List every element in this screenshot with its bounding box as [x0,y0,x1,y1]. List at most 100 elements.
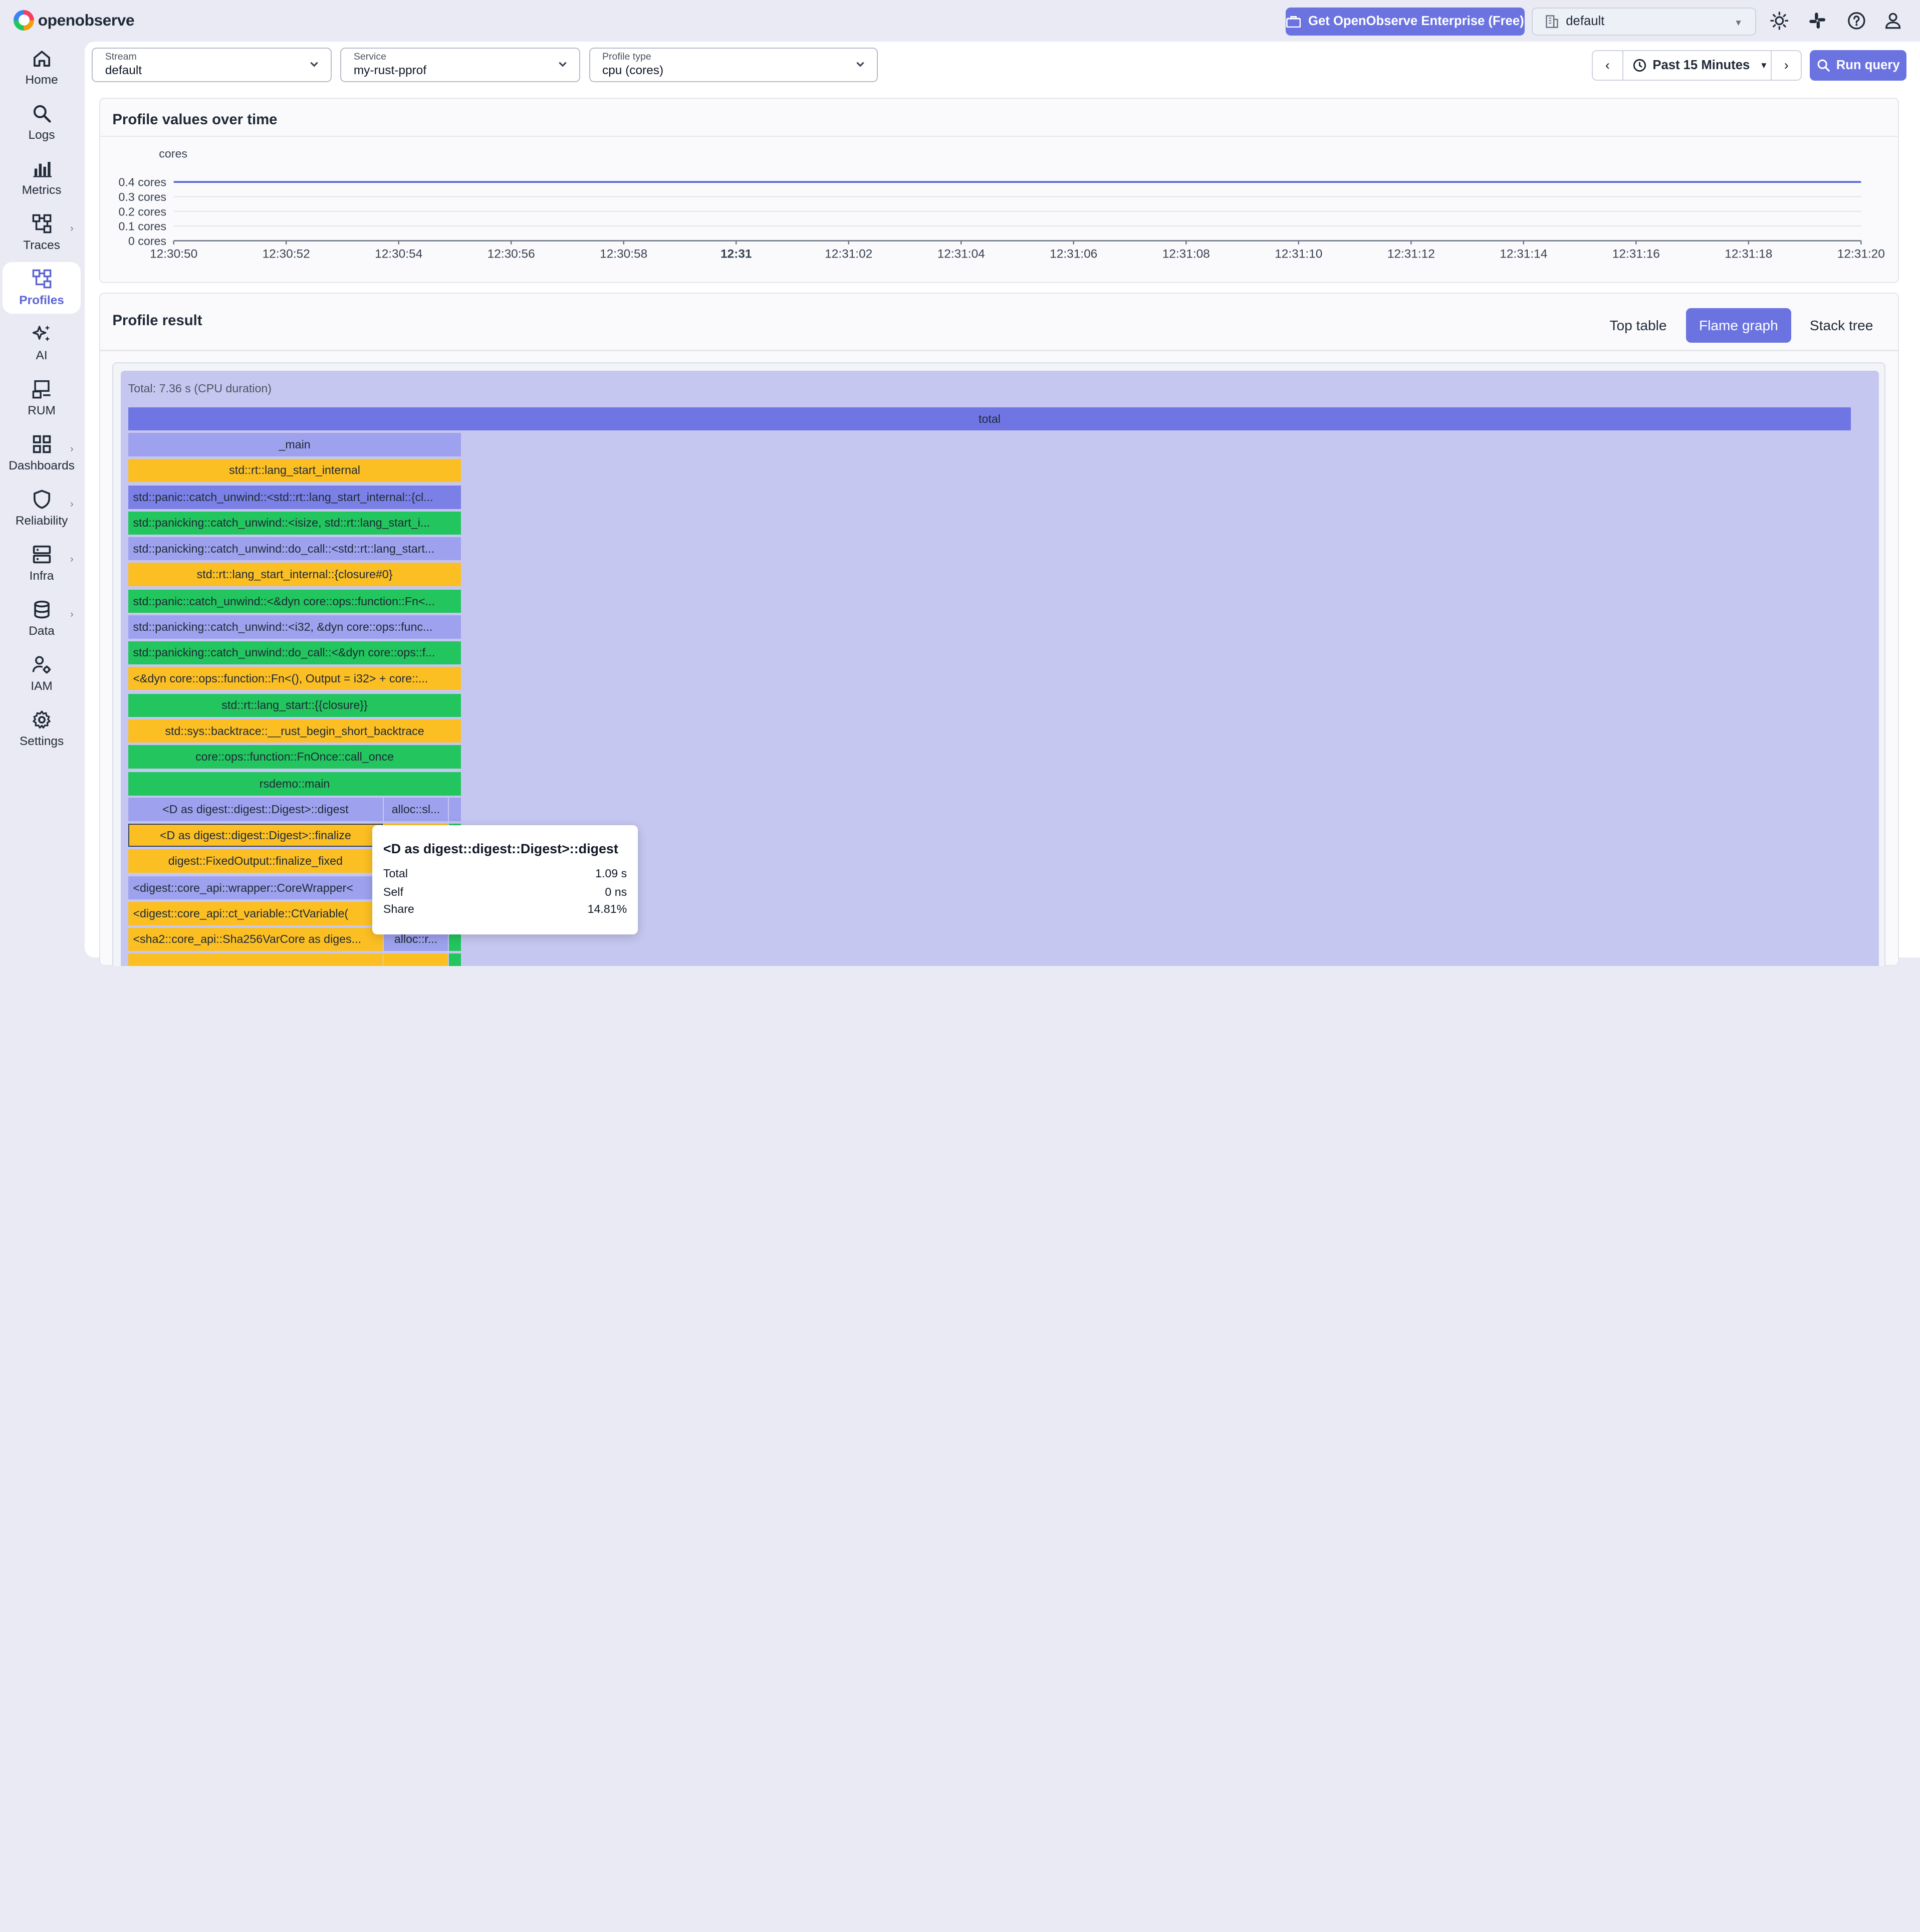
chevron-down-icon [855,59,866,73]
sidebar-item-label: AI [36,348,48,362]
get-enterprise-button[interactable]: Get OpenObserve Enterprise (Free) [1286,7,1525,36]
sidebar-item-infra[interactable]: Infra › [3,538,81,589]
flame-frame[interactable]: std::panicking::catch_unwind::do_call::<… [128,537,461,561]
flame-frame[interactable]: _main [128,433,461,456]
sidebar-item-data[interactable]: Data › [3,593,81,644]
x-tick-label: 12:31:14 [1500,248,1547,261]
chevron-right-icon: › [70,553,74,565]
sidebar-item-label: IAM [31,679,53,693]
flame-frame[interactable]: std::panicking::catch_unwind::do_call::<… [128,641,461,665]
flame-frame[interactable]: <&dyn core::ops::function::Fn<(), Output… [128,666,461,690]
run-query-button[interactable]: Run query [1810,50,1907,81]
tab-top-table[interactable]: Top table [1594,308,1682,342]
tooltip-row-self: Self 0 ns [383,885,627,899]
x-tick-label: 12:30:58 [600,248,647,261]
sidebar-item-label: Profiles [19,293,64,307]
flame-frame[interactable] [448,798,461,821]
app-root: openobserve Get OpenObserve Enterprise (… [0,0,1920,967]
time-range-select[interactable]: Past 15 Minutes ▼ [1622,51,1772,80]
tab-flame-graph[interactable]: Flame graph [1686,308,1791,343]
profile-type-select-label: Profile type [602,51,651,63]
clock-icon [1633,59,1646,72]
sidebar-item-label: Reliability [15,514,68,528]
flame-frame[interactable]: <D as digest::digest::Digest>::digest [128,798,383,821]
time-prev-button[interactable]: ‹ [1593,51,1622,80]
chevron-right-icon: › [1784,58,1789,73]
sidebar-item-iam[interactable]: IAM [3,648,81,699]
app-logo[interactable]: openobserve [13,10,135,31]
sidebar-item-rum[interactable]: RUM [3,372,81,424]
help-icon[interactable] [1846,11,1866,31]
flame-tooltip: <D as digest::digest::Digest>::digest To… [372,825,638,934]
time-range-picker: ‹ Past 15 Minutes ▼ › [1592,50,1802,81]
tooltip-row-value: 0 ns [605,885,627,898]
sidebar-item-label: Metrics [22,183,62,197]
flame-frame[interactable]: alloc::sl... [384,798,448,821]
flame-frame[interactable]: digest::FixedOutput::finalize_fixed [128,849,383,873]
flame-frame[interactable]: std::rt::lang_start::{{closure}} [128,693,461,717]
profile-type-select-value: cpu (cores) [602,63,664,77]
service-select[interactable]: Service my-rust-pprof [340,48,581,82]
user-profile-icon[interactable] [1883,11,1903,31]
sidebar-item-label: Dashboards [9,458,75,472]
sidebar-item-dashboards[interactable]: Dashboards › [3,427,81,479]
flame-frame[interactable] [128,953,383,967]
profile-type-select[interactable]: Profile type cpu (cores) [589,48,878,82]
flame-frame-hovered[interactable]: <D as digest::digest::Digest>::finalize [128,823,383,847]
sidebar-item-label: Home [25,73,58,87]
sidebar-item-logs[interactable]: Logs [3,97,81,148]
flame-frame[interactable]: rsdemo::main [128,772,461,796]
flame-frame[interactable]: <digest::core_api::wrapper::CoreWrapper< [128,876,383,900]
flame-frame[interactable] [448,953,461,967]
sidebar-item-home[interactable]: Home [3,42,81,93]
timeseries-card: Profile values over time cores 0.4 cores 0… [99,98,1899,283]
x-tick-label: 12:30:50 [150,248,197,261]
flame-frame[interactable] [384,953,448,967]
time-next-button[interactable]: › [1772,51,1801,80]
flame-frame[interactable]: core::ops::function::FnOnce::call_once [128,745,461,769]
flame-frame[interactable]: std::panicking::catch_unwind::<i32, &dyn… [128,615,461,639]
sidebar-item-label: RUM [28,403,56,417]
flame-frame[interactable]: std::rt::lang_start_internal::{closure#0… [128,563,461,586]
flame-frame[interactable]: std::panicking::catch_unwind::<isize, st… [128,511,461,535]
theme-toggle-sun-icon[interactable] [1769,11,1789,31]
flame-frame[interactable]: std::rt::lang_start_internal [128,458,461,482]
flame-frame[interactable]: std::panic::catch_unwind::<std::rt::lang… [128,486,461,509]
chevron-down-icon [309,59,320,73]
profile-result-card: Profile result Top table Flame graph Sta… [99,293,1899,967]
chevron-right-icon: › [70,498,74,510]
sidebar-item-reliability[interactable]: Reliability › [3,482,81,534]
flame-total-label: Total: 7.36 s (CPU duration) [128,381,272,395]
flame-frame[interactable]: total [128,407,1851,431]
y-tick-label: 0.2 cores [118,205,166,218]
service-select-label: Service [353,51,387,63]
sidebar-item-label: Logs [28,128,55,142]
sidebar-item-traces[interactable]: Traces › [3,207,81,259]
y-axis-unit-label: cores [159,147,187,160]
search-icon [31,103,53,125]
get-enterprise-label: Get OpenObserve Enterprise (Free) [1308,14,1524,29]
building-icon [1545,15,1558,29]
sidebar-item-metrics[interactable]: Metrics [3,152,81,203]
flame-frame[interactable]: <digest::core_api::ct_variable::CtVariab… [128,902,383,925]
divider [100,350,1898,351]
tab-stack-tree[interactable]: Stack tree [1797,308,1885,342]
slack-icon[interactable] [1807,11,1827,31]
tooltip-row-label: Share [383,902,414,916]
stream-select[interactable]: Stream default [92,48,332,82]
flame-frame[interactable]: <sha2::core_api::Sha256VarCore as diges.… [128,927,383,951]
stream-select-value: default [105,63,142,77]
organization-select[interactable]: default ▼ [1532,7,1756,36]
flame-frame[interactable]: std::panic::catch_unwind::<&dyn core::op… [128,590,461,613]
flame-frame[interactable]: std::sys::backtrace::__rust_begin_short_… [128,719,461,743]
sidebar-item-label: Data [29,624,55,638]
stream-select-label: Stream [105,51,137,63]
tooltip-title: <D as digest::digest::Digest>::digest [383,841,618,856]
x-tick-label: 12:31:02 [825,248,872,261]
sidebar-item-ai[interactable]: AI [3,317,81,369]
tooltip-row-value: 1.09 s [595,867,627,880]
sidebar-item-settings[interactable]: Settings [3,703,81,755]
sidebar-item-profiles[interactable]: Profiles [2,262,81,314]
chevron-right-icon: › [70,608,74,620]
time-range-label: Past 15 Minutes [1652,58,1750,73]
